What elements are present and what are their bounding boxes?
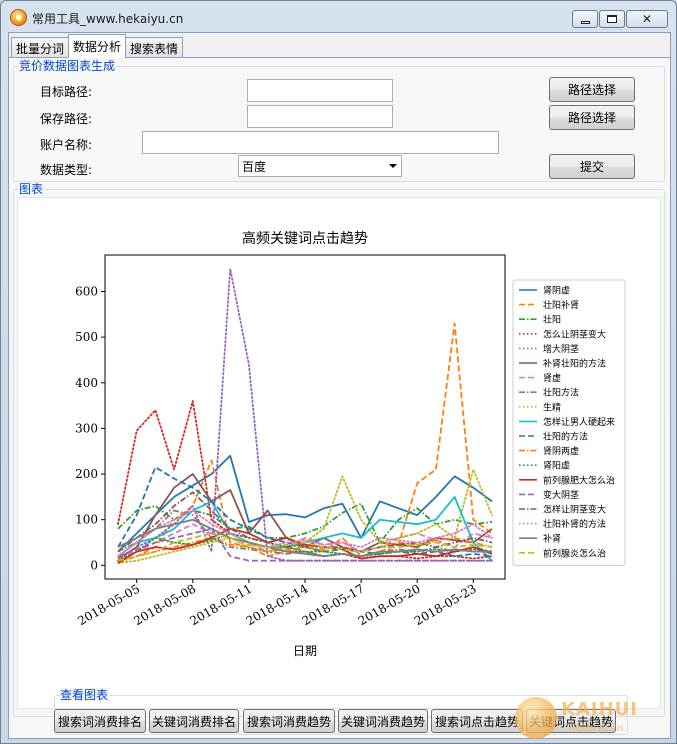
y-tick-label: 100 (75, 513, 98, 527)
minimize-icon (580, 20, 590, 24)
submit-button[interactable]: 提交 (549, 154, 635, 179)
chart-group-legend: 图表 (18, 182, 45, 196)
save-path-input[interactable] (247, 105, 393, 128)
x-tick-label: 2018-05-08 (131, 581, 198, 628)
legend-label-2: 壮阳 (543, 314, 561, 326)
app-logo-icon (10, 9, 27, 26)
keyword-cost-rank-button[interactable]: 关键词消费排名 (149, 709, 239, 733)
line-chart: 高频关键词点击趋势01002003004005006002018-05-0520… (75, 230, 626, 658)
form-group-legend: 竞价数据图表生成 (18, 59, 117, 73)
chart-canvas: 高频关键词点击趋势 0 100 200 300 400 500 600 2018-05-05 20… (17, 197, 661, 709)
account-name-input[interactable] (142, 131, 499, 154)
legend-label-1: 壮阳补肾 (543, 299, 579, 311)
y-tick-label: 300 (75, 421, 98, 435)
account-name-label: 账户名称: (40, 138, 93, 152)
legend-label-6: 肾虚 (543, 372, 561, 384)
x-tick-label: 2018-05-20 (356, 581, 423, 628)
legend-label-14: 变大阴茎 (543, 489, 579, 501)
chart-title: 高频关键词点击趋势 (242, 230, 368, 247)
legend-label-8: 生精 (543, 401, 561, 413)
legend-label-9: 怎样让男人硬起来 (543, 416, 615, 428)
search-term-cost-trend-button[interactable]: 搜索词消费趋势 (243, 709, 335, 733)
legend-label-0: 肾阴虚 (543, 285, 570, 297)
minimize-button[interactable] (572, 10, 598, 28)
data-type-label: 数据类型: (40, 163, 93, 177)
legend-label-15: 怎样让阴茎变大 (543, 504, 606, 516)
y-tick-label: 500 (75, 330, 98, 344)
y-tick-label: 0 (90, 558, 98, 572)
x-axis-label: 日期 (293, 644, 317, 658)
legend-label-16: 壮阳补肾的方法 (543, 518, 606, 530)
x-tick-label: 2018-05-23 (412, 581, 479, 628)
data-type-selected: 百度 (242, 159, 267, 174)
caption-buttons: ✕ (571, 10, 668, 28)
close-button[interactable]: ✕ (626, 10, 668, 28)
target-path-label: 目标路径: (40, 85, 93, 99)
save-path-label: 保存路径: (40, 112, 93, 126)
chevron-down-icon (389, 164, 397, 168)
search-term-click-trend-button[interactable]: 搜索词点击趋势 (431, 709, 523, 733)
series-line-3 (117, 400, 493, 560)
x-tick-label: 2018-05-05 (75, 581, 142, 628)
keyword-cost-trend-button[interactable]: 关键词消费趋势 (338, 709, 428, 733)
y-tick-label: 600 (75, 285, 98, 299)
legend-label-5: 补肾壮阳的方法 (543, 358, 606, 370)
x-tick-label: 2018-05-17 (300, 581, 367, 628)
x-tick-label: 2018-05-11 (187, 581, 254, 628)
legend-label-13: 前列腺肥大怎么治 (543, 474, 615, 486)
x-tick-label: 2018-05-14 (244, 581, 311, 628)
target-path-select-button[interactable]: 路径选择 (549, 77, 635, 102)
tab-data-analysis[interactable]: 数据分析 (68, 34, 127, 58)
tab-batch-segment[interactable]: 批量分词 (11, 37, 70, 58)
view-chart-legend: 查看图表 (59, 688, 110, 702)
series-line-5 (117, 473, 493, 560)
legend-label-12: 肾阳虚 (543, 460, 570, 472)
legend-label-3: 怎么让阴茎变大 (543, 328, 606, 340)
app-window: 常用工具_www.hekaiyu.cn ✕ 批量分词 数据分析 搜索表情 竞价数… (0, 0, 677, 744)
legend-label-18: 前列腺炎怎么治 (543, 547, 606, 559)
close-icon: ✕ (641, 12, 653, 26)
client-area: 批量分词 数据分析 搜索表情 竞价数据图表生成 目标路径: 路径选择 保存路径:… (8, 32, 671, 739)
maximize-button[interactable] (599, 10, 625, 28)
legend-label-10: 壮阳的方法 (543, 431, 588, 443)
keyword-click-trend-button[interactable]: 关键词点击趋势 (526, 709, 616, 733)
tab-strip: 批量分词 数据分析 搜索表情 (11, 34, 184, 58)
target-path-input[interactable] (247, 79, 393, 102)
window-title: 常用工具_www.hekaiyu.cn (32, 12, 184, 26)
legend-label-4: 增大阴茎 (543, 343, 579, 355)
save-path-select-button[interactable]: 路径选择 (549, 105, 635, 130)
legend-label-11: 肾阴两虚 (543, 445, 579, 457)
y-tick-label: 400 (75, 376, 98, 390)
y-tick-label: 200 (75, 467, 98, 481)
search-term-cost-rank-button[interactable]: 搜索词消费排名 (54, 709, 146, 733)
data-type-select[interactable]: 百度 (238, 155, 402, 177)
title-bar[interactable]: 常用工具_www.hekaiyu.cn ✕ (1, 1, 676, 33)
tab-search-emoji[interactable]: 搜索表情 (125, 37, 184, 58)
maximize-icon (607, 15, 617, 23)
data-analysis-panel: 竞价数据图表生成 目标路径: 路径选择 保存路径: 路径选择 账户名称: 数据类… (9, 57, 670, 738)
legend-label-7: 壮阳方法 (543, 387, 579, 399)
legend-label-17: 补肾 (543, 533, 561, 545)
